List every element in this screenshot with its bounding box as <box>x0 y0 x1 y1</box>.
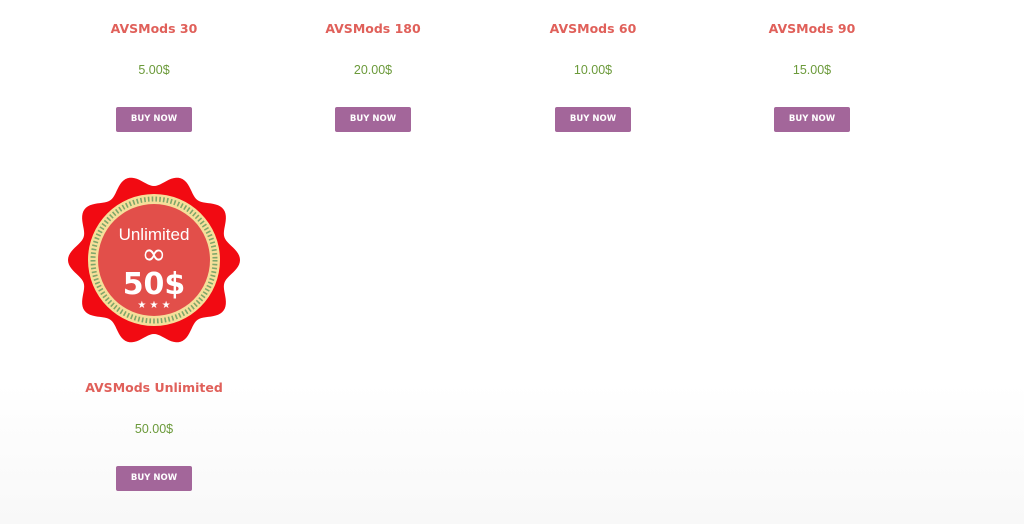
buy-now-button[interactable]: BUY NOW <box>555 107 631 132</box>
product-card-30: AVSMods 30 5.00$ BUY NOW <box>44 0 264 140</box>
product-title[interactable]: AVSMods 90 <box>702 21 922 36</box>
product-title[interactable]: AVSMods 30 <box>44 21 264 36</box>
unlimited-badge-icon[interactable]: Unlimited ∞ 50$ ★ ★ ★ <box>66 174 242 346</box>
product-price: 15.00$ <box>792 63 832 77</box>
product-title[interactable]: AVSMods 180 <box>263 21 483 36</box>
product-card-180: AVSMods 180 20.00$ BUY NOW <box>263 0 483 140</box>
product-title[interactable]: AVSMods 60 <box>483 21 703 36</box>
badge-amount: 50$ <box>123 267 186 302</box>
product-card-90: AVSMods 90 15.00$ BUY NOW <box>702 0 922 140</box>
badge-stars: ★ ★ ★ <box>137 300 170 311</box>
buy-now-button[interactable]: BUY NOW <box>116 107 192 132</box>
product-price: 20.00$ <box>353 63 393 77</box>
buy-now-button[interactable]: BUY NOW <box>335 107 411 132</box>
product-price: 50.00$ <box>134 422 174 436</box>
product-card-60: AVSMods 60 10.00$ BUY NOW <box>483 0 703 140</box>
product-card-unlimited: AVSMods Unlimited 50.00$ BUY NOW <box>44 350 264 500</box>
buy-now-button[interactable]: BUY NOW <box>774 107 850 132</box>
product-price: 10.00$ <box>573 63 613 77</box>
product-title[interactable]: AVSMods Unlimited <box>44 380 264 395</box>
product-price: 5.00$ <box>138 63 170 77</box>
buy-now-button[interactable]: BUY NOW <box>116 466 192 491</box>
